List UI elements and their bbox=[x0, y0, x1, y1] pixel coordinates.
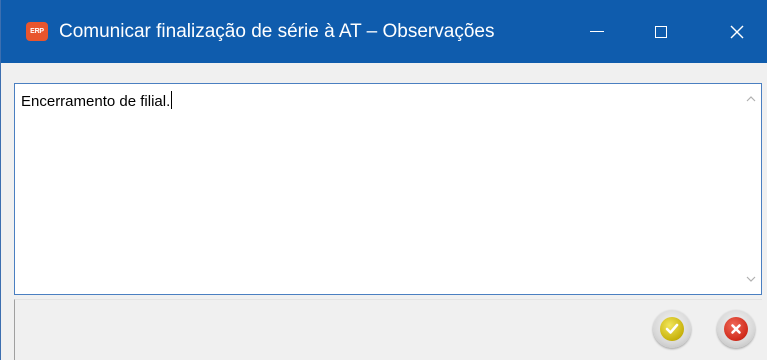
close-icon bbox=[730, 25, 744, 38]
dialog-window: ERP Comunicar finalização de série à AT … bbox=[0, 0, 767, 360]
minimize-icon bbox=[590, 31, 604, 32]
cancel-badge bbox=[724, 317, 748, 341]
scroll-down-button[interactable] bbox=[741, 269, 761, 289]
chevron-up-icon bbox=[746, 96, 756, 102]
check-icon bbox=[665, 323, 679, 334]
chevron-down-icon bbox=[746, 276, 756, 282]
confirm-button[interactable] bbox=[653, 310, 691, 348]
button-panel bbox=[14, 299, 762, 360]
x-icon bbox=[731, 324, 741, 334]
vertical-scrollbar[interactable] bbox=[741, 84, 761, 294]
app-icon: ERP bbox=[26, 22, 48, 41]
window-title: Comunicar finalização de série à AT – Ob… bbox=[59, 21, 495, 42]
cancel-button[interactable] bbox=[717, 310, 755, 348]
maximize-button[interactable] bbox=[632, 0, 690, 63]
maximize-icon bbox=[655, 25, 667, 38]
toolbar-strip bbox=[1, 63, 767, 81]
confirm-badge bbox=[660, 317, 684, 341]
title-bar[interactable]: ERP Comunicar finalização de série à AT … bbox=[1, 0, 767, 63]
observations-textarea[interactable]: Encerramento de filial. bbox=[14, 83, 762, 295]
minimize-button[interactable] bbox=[568, 0, 626, 63]
scroll-up-button[interactable] bbox=[741, 89, 761, 109]
text-caret bbox=[171, 91, 173, 109]
close-button[interactable] bbox=[708, 0, 766, 63]
observations-text[interactable]: Encerramento de filial. bbox=[21, 91, 173, 112]
